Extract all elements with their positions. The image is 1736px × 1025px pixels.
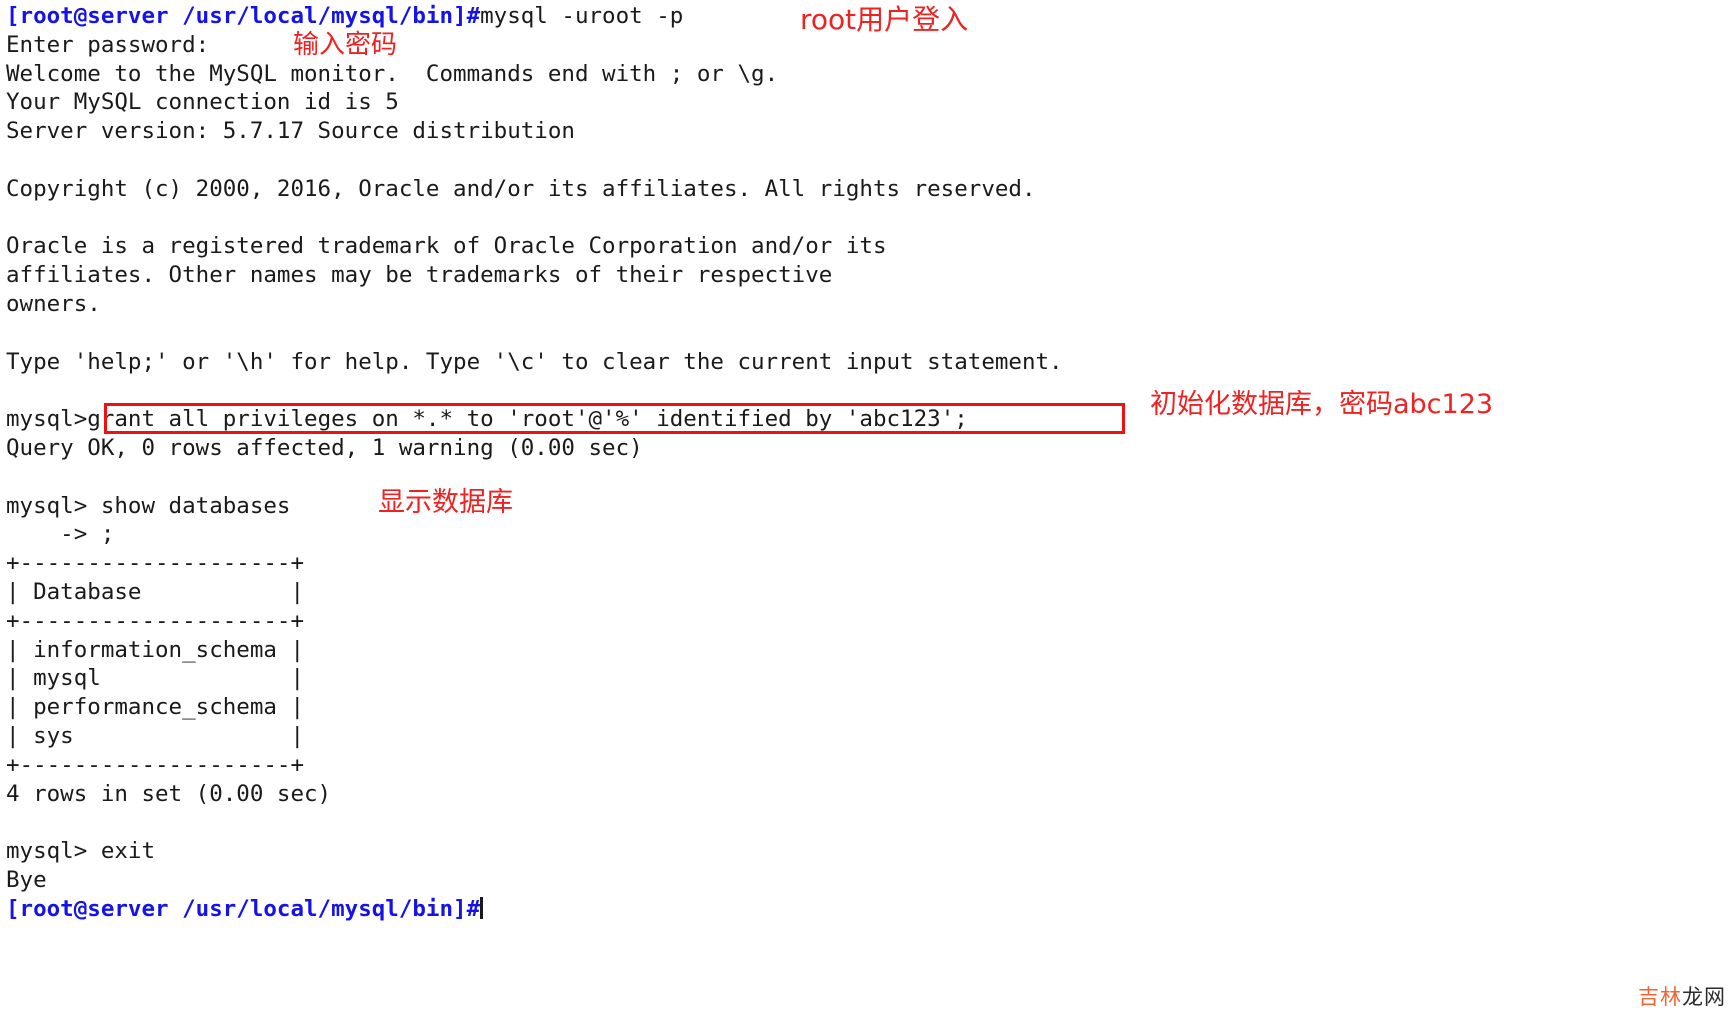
annotation-root-login: root用户登入 xyxy=(800,3,969,36)
terminal-line-copyright: Copyright (c) 2000, 2016, Oracle and/or … xyxy=(6,175,1036,202)
terminal-line-final-prompt: [root@server /usr/local/mysql/bin]# xyxy=(6,895,1466,924)
terminal-line-tbl-row-4: | sys | xyxy=(6,722,305,749)
terminal-line-help-hint: Type 'help;' or '\h' for help. Type '\c'… xyxy=(6,348,1063,375)
terminal-line-cmd-show-databases: mysql> show databases xyxy=(6,492,1466,521)
terminal-line-tbl-row-1: | information_schema | xyxy=(6,636,305,663)
command-text: show databases xyxy=(87,492,291,519)
shell-prompt: [root@server /usr/local/mysql/bin]# xyxy=(6,3,481,29)
terminal-line-blank-5 xyxy=(6,463,1466,492)
watermark: 吉林龙网 xyxy=(1638,981,1726,1011)
terminal-line-trademark-2: affiliates. Other names may be trademark… xyxy=(6,262,833,289)
terminal-line-trademark-3: owners. xyxy=(6,290,101,317)
text-cursor xyxy=(480,896,484,919)
watermark-part-b: 龙网 xyxy=(1682,985,1726,1009)
terminal-line-bye: Bye xyxy=(6,866,47,893)
watermark-part-a: 吉林 xyxy=(1638,985,1682,1009)
terminal-line-blank-1 xyxy=(6,146,1466,175)
terminal-line-cmd-exit: mysql> exit xyxy=(6,837,1466,866)
terminal-line-blank-6 xyxy=(6,808,1466,837)
grant-statement-highlight-box xyxy=(104,403,1125,434)
terminal-line-connection-id: Your MySQL connection id is 5 xyxy=(6,89,399,116)
terminal-screen: [root@server /usr/local/mysql/bin]#mysql… xyxy=(0,0,1736,1025)
annotation-enter-password: 输入密码 xyxy=(293,30,398,60)
mysql-prompt: mysql> xyxy=(6,838,88,865)
terminal-line-cmd-mysql-login: [root@server /usr/local/mysql/bin]#mysql… xyxy=(6,2,1466,31)
terminal-line-tbl-row-2: | mysql | xyxy=(6,665,305,692)
terminal-line-welcome: Welcome to the MySQL monitor. Commands e… xyxy=(6,60,779,87)
terminal-line-rows-in-set: 4 rows in set (0.00 sec) xyxy=(6,780,332,807)
shell-prompt: [root@server /usr/local/mysql/bin]# xyxy=(6,895,481,922)
terminal-output[interactable]: [root@server /usr/local/mysql/bin]#mysql… xyxy=(6,2,1466,924)
annotation-init-database: 初始化数据库，密码abc123 xyxy=(1150,389,1494,420)
terminal-line-blank-3 xyxy=(6,319,1466,348)
terminal-line-tbl-header: | Database | xyxy=(6,578,305,605)
terminal-line-continuation: -> ; xyxy=(6,521,115,548)
terminal-line-tbl-sep: +--------------------+ xyxy=(6,607,305,634)
terminal-line-tbl-bottom: +--------------------+ xyxy=(6,751,305,778)
annotation-show-databases: 显示数据库 xyxy=(378,487,513,518)
mysql-prompt: mysql> xyxy=(6,492,88,519)
command-text: exit xyxy=(87,838,156,865)
terminal-line-grant-result: Query OK, 0 rows affected, 1 warning (0.… xyxy=(6,434,643,461)
terminal-line-server-version: Server version: 5.7.17 Source distributi… xyxy=(6,118,575,145)
mysql-prompt: mysql> xyxy=(6,406,88,433)
command-text: mysql -uroot -p xyxy=(480,3,684,29)
terminal-line-enter-password: Enter password: xyxy=(6,31,210,58)
terminal-line-tbl-top: +--------------------+ xyxy=(6,550,305,577)
terminal-line-trademark-1: Oracle is a registered trademark of Orac… xyxy=(6,233,887,260)
terminal-line-tbl-row-3: | performance_schema | xyxy=(6,694,305,721)
terminal-line-blank-2 xyxy=(6,204,1466,233)
